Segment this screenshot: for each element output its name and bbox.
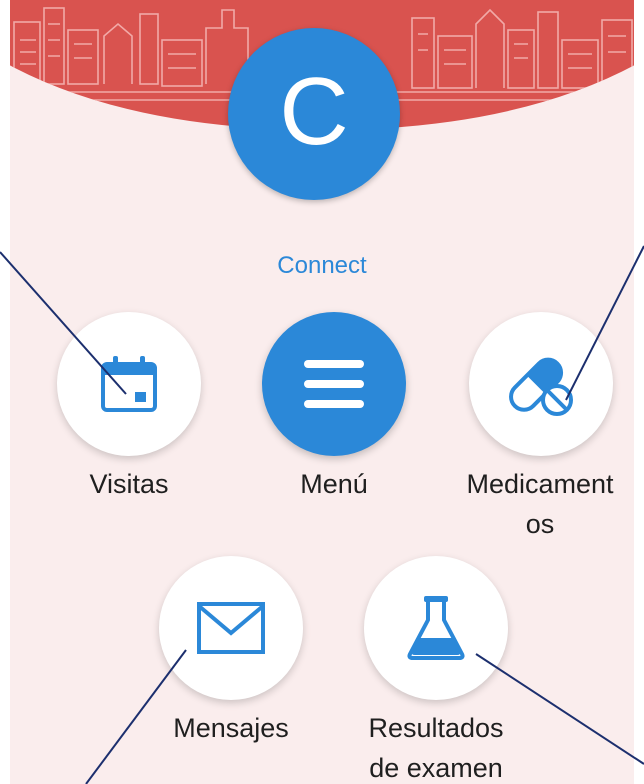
- hamburger-menu-icon: [304, 360, 364, 408]
- envelope-icon: [197, 602, 265, 654]
- menu-button[interactable]: [262, 312, 406, 456]
- mensajes-button[interactable]: [159, 556, 303, 700]
- avatar-letter: C: [279, 58, 349, 165]
- resultados-label: Resultados de examen: [336, 708, 536, 784]
- frame-left-edge: [0, 0, 10, 784]
- connect-label: Connect: [277, 252, 367, 279]
- resultados-button[interactable]: [364, 556, 508, 700]
- resultados-label-line1: Resultados: [368, 713, 504, 743]
- visitas-label: Visitas: [89, 469, 169, 499]
- resultados-label-line2: de examen: [369, 753, 503, 783]
- medicamentos-label-line1: Medicament: [466, 469, 614, 499]
- mensajes-label: Mensajes: [173, 713, 289, 743]
- calendar-icon: [101, 356, 157, 412]
- pills-icon: [509, 357, 573, 416]
- frame-right-edge: [634, 0, 644, 784]
- flask-icon: [407, 596, 465, 660]
- medicamentos-label-line2: os: [525, 509, 555, 539]
- visitas-button[interactable]: [57, 312, 201, 456]
- menu-label: Menú: [300, 469, 368, 499]
- medicamentos-button[interactable]: [469, 312, 613, 456]
- profile-avatar[interactable]: C: [228, 28, 400, 200]
- app-screen: C Connect Visitas Menú Medicament os Men…: [0, 0, 644, 784]
- medicamentos-label: Medicament os: [440, 464, 640, 544]
